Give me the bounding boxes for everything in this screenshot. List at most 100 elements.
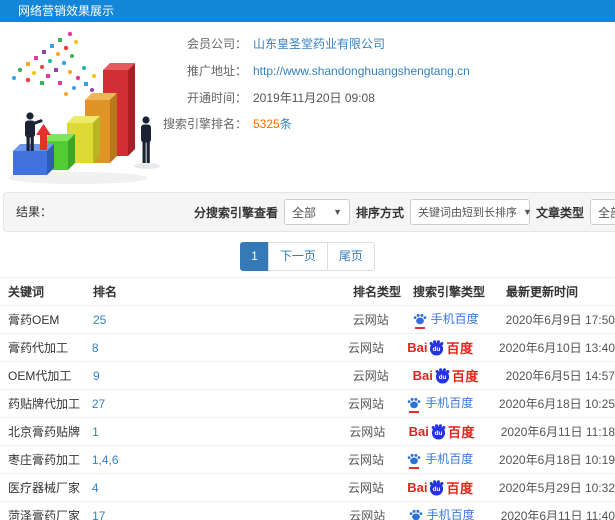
baidu-text: 百度 [446,341,474,356]
rank-cell: 17 [84,509,341,520]
header-rank-type: 排名类型 [353,285,402,299]
page-header: 网络营销效果展示 [0,0,615,22]
baidu-logo: Bai du 百度 [409,422,475,441]
engine-filter-label: 分搜索引擎查看 [194,205,279,220]
svg-text:du: du [439,374,447,381]
sort-select[interactable]: 关键词由短到长排序 ▼ [410,199,532,225]
table-row: 膏药代加工 8 云网站 Bai du 百度 2020年6月10日 13:40 [0,334,615,362]
mobile-baidu-logo: 手机百度 [409,506,475,520]
engine-select-value: 全部 [292,205,317,220]
baidu-bai-text: Bai [407,340,428,355]
rank-count-unit: 条 [279,117,292,131]
caret-down-icon: ▼ [523,207,532,217]
rank-link[interactable]: 8 [92,341,99,355]
baidu-paw-icon [407,452,421,469]
filter-controls: 分搜索引擎查看 全部 ▼ 排序方式 关键词由短到长排序 ▼ 文章类型 全部 ▼ … [194,199,615,225]
rank-cell: 9 [85,369,345,383]
engine-cell: Bai du 百度 [397,338,491,357]
rank-type-cell: 云网站 [347,481,384,495]
article-type-label: 文章类型 [536,205,585,220]
promo-url-label: 推广地址： [186,64,247,78]
article-type-select[interactable]: 全部 ▼ [590,199,615,225]
baidu-paw-icon [409,508,423,520]
baidu-logo: Bai du 百度 [407,478,473,497]
rank-link[interactable]: 9 [93,369,100,383]
rank-link[interactable]: 27 [92,397,105,411]
mobile-baidu-label: 手机百度 [430,312,479,327]
engine-cell: 手机百度 [397,394,491,413]
engine-cell: 手机百度 [397,450,491,469]
rank-count-number: 5325 [253,117,280,131]
svg-text:du: du [435,430,443,437]
svg-text:du: du [433,486,441,493]
header-engine-type: 搜索引擎类型 [413,285,486,299]
caret-down-icon: ▼ [333,207,343,217]
baidu-paw-icon: du [428,479,445,496]
table-row: 药贴牌代加工 27 云网站 手机百度 2020年6月18日 10:25 [0,390,615,418]
baidu-text: 百度 [447,425,475,440]
table-row: 膏药OEM 25 云网站 手机百度 2020年6月9日 17:50 [0,306,615,334]
open-time-label: 开通时间： [186,91,247,105]
updated-cell: 2020年6月18日 10:25 [498,397,615,411]
rank-type-cell: 云网站 [352,369,389,383]
updated-cell: 2020年6月18日 10:19 [498,453,615,467]
results-table: 关键词 排名 排名类型 搜索引擎类型 最新更新时间 膏药OEM 25 云网站 手机百度… [0,277,615,520]
mobile-baidu-label: 手机百度 [425,396,474,411]
baidu-paw-icon: du [430,423,447,440]
baidu-bai-text: Bai [412,368,433,383]
promo-url-link[interactable]: http://www.shandonghuangshengtang.cn [253,61,470,81]
keyword-cell: 北京膏药贴牌 [8,425,81,439]
updated-cell: 2020年5月29日 10:32 [498,481,615,495]
rank-link[interactable]: 1,4,6 [92,453,119,467]
updated-cell: 2020年6月11日 11:18 [500,425,615,439]
rank-type-cell: 云网站 [349,425,386,439]
rank-link[interactable]: 17 [92,509,105,520]
table-row: OEM代加工 9 云网站 Bai du 百度 2020年6月5日 14:57 [0,362,615,390]
baidu-paw-icon [407,396,421,413]
engine-cell: 手机百度 [399,506,493,520]
engine-cell: 手机百度 [403,310,498,329]
company-label: 会员公司： [186,37,247,51]
baidu-logo: Bai du 百度 [413,366,479,385]
page-title: 网络营销效果展示 [18,4,115,18]
table-row: 北京膏药贴牌 1 云网站 Bai du 百度 2020年6月11日 11:18 [0,418,615,446]
table-header-row: 关键词 排名 排名类型 搜索引擎类型 最新更新时间 [0,277,615,306]
rank-link[interactable]: 1 [92,425,99,439]
mobile-baidu-label: 手机百度 [425,452,474,467]
article-type-value: 全部 [598,205,615,220]
table-body: 膏药OEM 25 云网站 手机百度 2020年6月9日 17:50 膏药代加工 8 云网站 Ba… [0,306,615,520]
rank-link[interactable]: 25 [93,313,106,327]
engine-cell: Bai du 百度 [397,478,491,497]
baidu-text: 百度 [451,369,479,384]
header-keyword: 关键词 [8,285,45,299]
company-link[interactable]: 山东皇圣堂药业有限公司 [253,34,385,54]
last-page-button[interactable]: 尾页 [326,242,375,271]
table-row: 枣庄膏药加工 1,4,6 云网站 手机百度 2020年6月18日 10:19 [0,446,615,474]
rank-type-cell: 云网站 [347,397,384,411]
page: 网络营销效果展示 会员公司： 山东皇圣堂药业有限公司 推广地址： http://… [0,0,615,520]
rank-cell: 25 [85,313,345,327]
keyword-cell: 枣庄膏药加工 [8,453,81,467]
next-page-button[interactable]: 下一页 [267,242,328,271]
filter-bar: 结果： 分搜索引擎查看 全部 ▼ 排序方式 关键词由短到长排序 ▼ 文章类型 全… [3,192,615,232]
updated-cell: 2020年6月5日 14:57 [505,369,615,383]
baidu-paw-icon [413,312,427,329]
rank-cell: 1 [84,425,341,439]
page-number-current[interactable]: 1 [240,242,269,271]
mobile-baidu-logo: 手机百度 [413,310,479,329]
rank-cell: 1,4,6 [84,453,340,467]
baidu-bai-text: Bai [407,480,428,495]
engine-select[interactable]: 全部 ▼ [284,199,351,225]
keyword-cell: 膏药代加工 [8,341,69,355]
mobile-baidu-label: 手机百度 [426,508,475,520]
baidu-paw-icon: du [428,339,445,356]
rank-link[interactable]: 4 [92,481,99,495]
mobile-baidu-logo: 手机百度 [407,394,474,413]
baidu-text: 百度 [446,481,474,496]
baidu-paw-icon: du [434,367,451,384]
header-rank: 排名 [93,285,118,299]
rank-type-cell: 云网站 [347,341,384,355]
rank-cell: 8 [84,341,340,355]
rank-cell: 4 [84,481,340,495]
keyword-cell: 医疗器械厂家 [8,481,81,495]
